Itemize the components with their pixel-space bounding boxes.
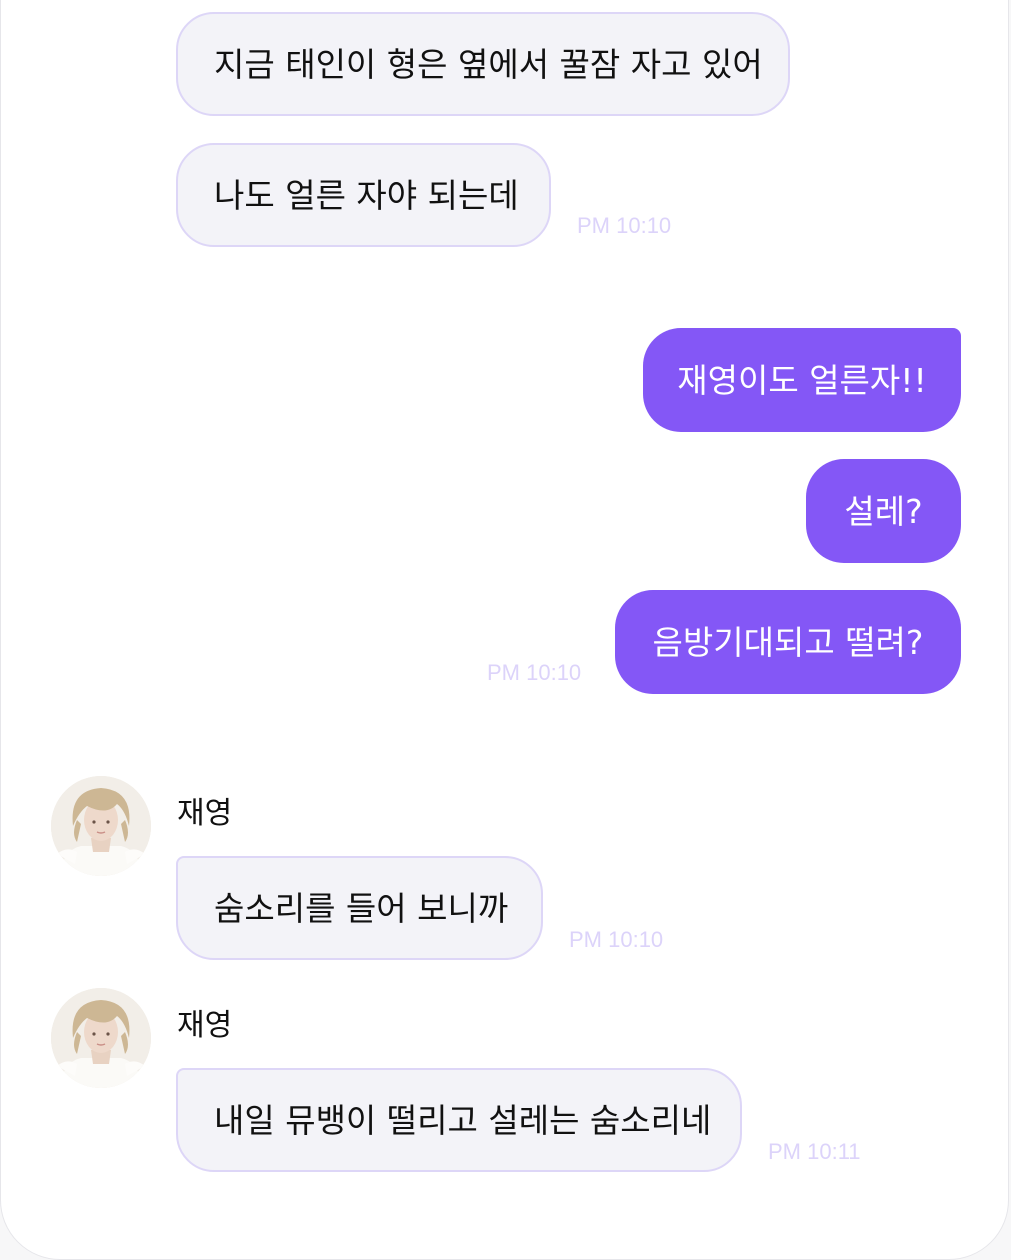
message-bubble-incoming[interactable]: 나도 얼른 자야 되는데 [176,143,551,247]
message-text: 음방기대되고 떨려? [652,622,924,662]
profile-photo-icon [51,988,151,1088]
sender-name: 재영 [177,1008,233,1043]
sender-name: 재영 [177,796,233,831]
avatar[interactable] [51,776,151,876]
message-bubble-incoming[interactable]: 지금 태인이 형은 옆에서 꿀잠 자고 있어 [176,12,790,116]
message-bubble-incoming[interactable]: 내일 뮤뱅이 떨리고 설레는 숨소리네 [176,1068,742,1172]
avatar[interactable] [51,988,151,1088]
message-text: 내일 뮤뱅이 떨리고 설레는 숨소리네 [214,1100,712,1140]
message-bubble-outgoing[interactable]: 음방기대되고 떨려? [615,590,961,694]
message-timestamp: PM 10:11 [768,1139,861,1164]
message-bubble-outgoing[interactable]: 재영이도 얼른자!! [643,328,961,432]
message-text: 설레? [844,491,923,531]
message-timestamp: PM 10:10 [487,660,582,685]
message-bubble-outgoing[interactable]: 설레? [806,459,961,563]
message-text: 나도 얼른 자야 되는데 [214,175,519,215]
message-timestamp: PM 10:10 [577,213,672,238]
message-text: 재영이도 얼른자!! [677,360,927,400]
message-text: 지금 태인이 형은 옆에서 꿀잠 자고 있어 [214,44,763,84]
message-text: 숨소리를 들어 보니까 [214,888,509,928]
message-bubble-incoming[interactable]: 숨소리를 들어 보니까 [176,856,543,960]
profile-photo-icon [51,776,151,876]
message-timestamp: PM 10:10 [569,927,664,952]
